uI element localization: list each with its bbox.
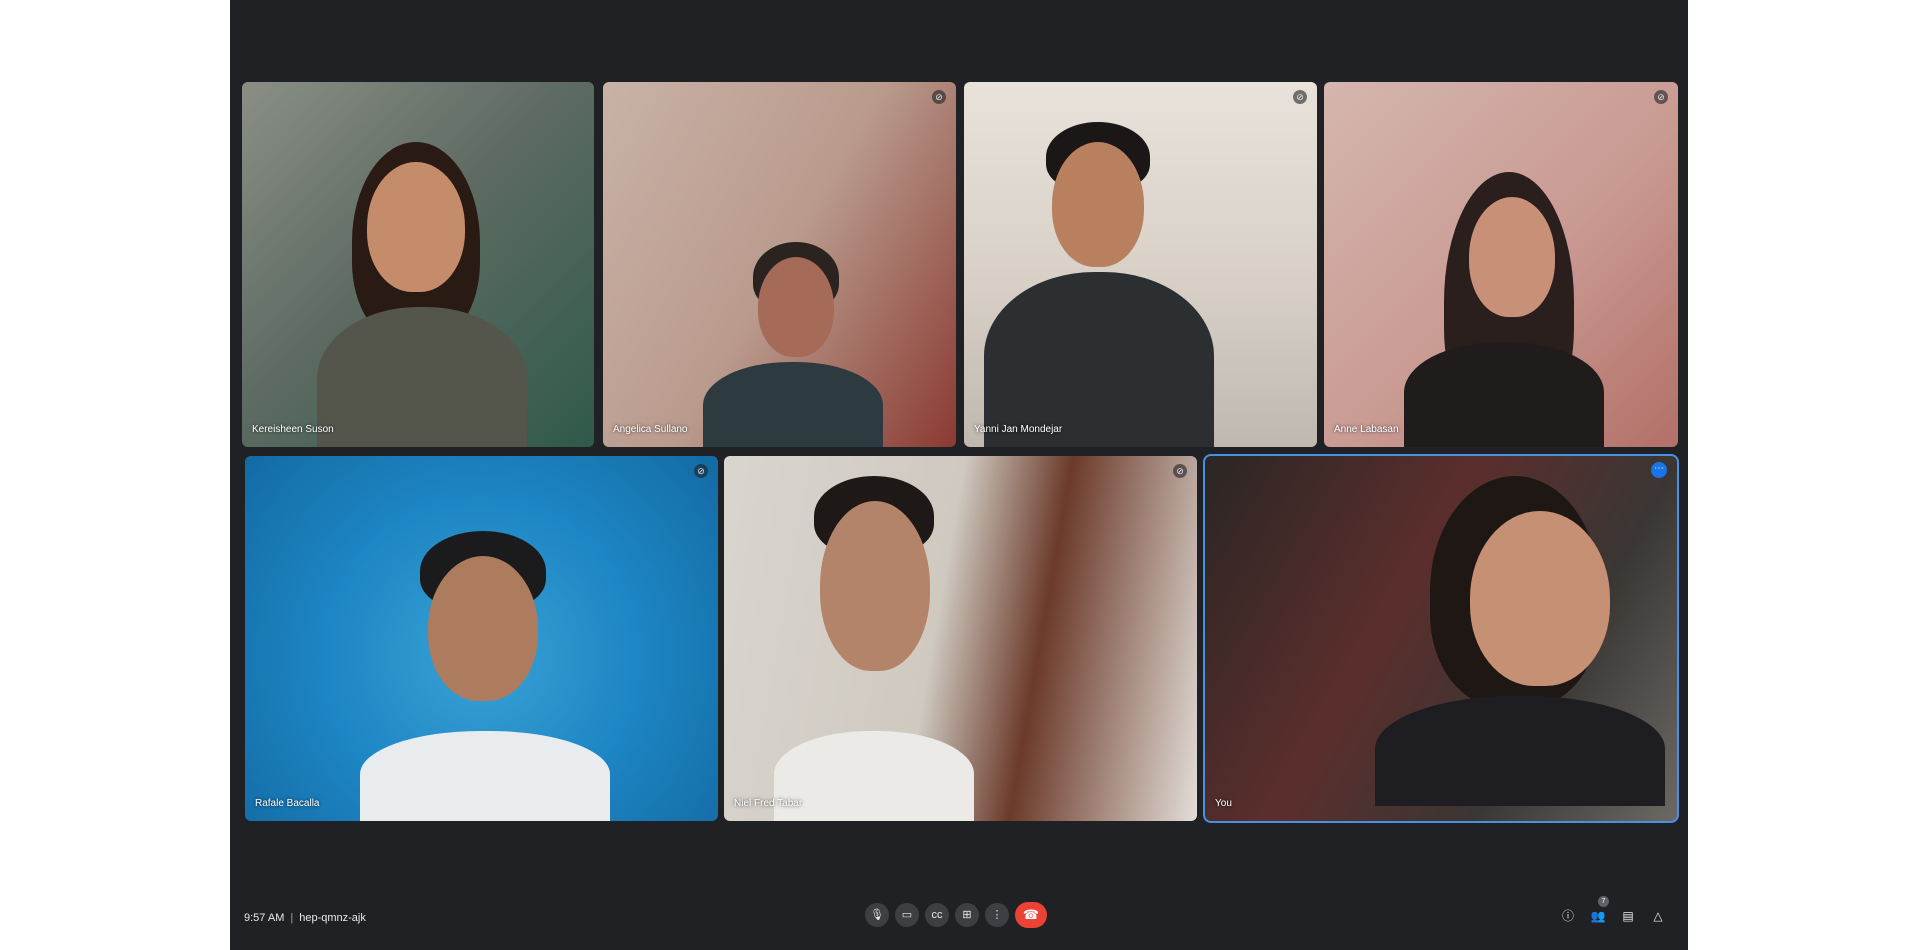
camera-icon[interactable]: ▭ [895,903,919,927]
participant-video [984,122,1214,447]
call-controls: 🎙 ▭ cc ⊞ ⋮ ☎ [865,902,1047,928]
participant-name: Kereisheen Suson [252,424,334,435]
mic-off-icon: ⊘ [1293,90,1307,104]
microphone-icon[interactable]: 🎙 [865,903,889,927]
participant-tile[interactable]: ⊘ Yanni Jan Mondejar [964,82,1317,447]
participant-tile[interactable]: ⊘ Niel Fred Tabar [724,456,1197,821]
captions-icon[interactable]: cc [925,903,949,927]
participant-tile[interactable]: ⊘ Rafale Bacalla [245,456,718,821]
mic-off-icon: ⊘ [1654,90,1668,104]
participant-video [1375,476,1665,806]
participant-video [764,476,994,821]
participant-name: You [1215,798,1232,809]
mic-off-icon: ⊘ [1173,464,1187,478]
mic-off-icon: ⊘ [932,90,946,104]
participant-video [317,132,527,447]
participant-tile[interactable]: Kereisheen Suson [242,82,594,447]
more-options-icon[interactable]: ⋯ [1651,462,1667,478]
participant-video [360,531,610,821]
participant-name: Anne Labasan [1334,424,1399,435]
more-options-icon[interactable]: ⋮ [985,903,1009,927]
meeting-separator: | [290,912,294,924]
activities-icon[interactable]: △ [1650,908,1666,924]
participant-video [1384,172,1614,447]
people-icon[interactable]: 👥 7 [1590,896,1609,924]
participant-name: Niel Fred Tabar [734,798,803,809]
participant-name: Yanni Jan Mondejar [974,424,1063,435]
info-icon[interactable]: ⓘ [1560,908,1576,924]
bottom-bar: 9:57 AM | hep-qmnz-ajk 🎙 ▭ cc ⊞ ⋮ ☎ ⓘ 👥 7 ▤… [230,890,1688,950]
end-call-icon[interactable]: ☎ [1015,902,1047,928]
meeting-info: 9:57 AM | hep-qmnz-ajk [244,912,366,924]
participant-video [703,242,883,447]
participant-tile[interactable]: ⊘ Angelica Sullano [603,82,956,447]
people-count-badge: 7 [1598,896,1609,907]
meeting-time: 9:57 AM [244,912,285,924]
participant-tile-self[interactable]: ⋯ You [1203,454,1679,823]
meeting-code: hep-qmnz-ajk [299,912,366,924]
chat-icon[interactable]: ▤ [1620,908,1636,924]
participant-name: Rafale Bacalla [255,798,320,809]
side-panel-buttons: ⓘ 👥 7 ▤ △ [1560,896,1666,924]
mic-off-icon: ⊘ [694,464,708,478]
meeting-stage: Kereisheen Suson ⊘ Angelica Sullano ⊘ Ya… [230,0,1688,950]
present-screen-icon[interactable]: ⊞ [955,903,979,927]
participant-tile[interactable]: ⊘ Anne Labasan [1324,82,1678,447]
participant-name: Angelica Sullano [613,424,688,435]
